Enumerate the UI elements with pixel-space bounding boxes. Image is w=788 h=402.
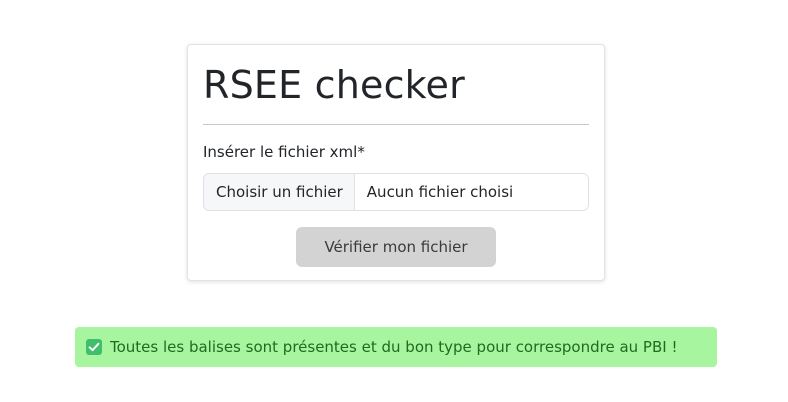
success-message: Toutes les balises sont présentes et du … <box>110 338 678 356</box>
check-box-icon <box>86 339 102 355</box>
file-field-label: Insérer le fichier xml* <box>203 143 365 161</box>
file-status-text: Aucun fichier choisi <box>366 183 514 201</box>
choose-file-button[interactable]: Choisir un fichier <box>204 174 355 210</box>
verify-file-button[interactable]: Vérifier mon fichier <box>296 227 496 267</box>
page-title: RSEE checker <box>203 63 465 107</box>
title-divider <box>203 124 589 125</box>
success-alert: Toutes les balises sont présentes et du … <box>75 327 717 367</box>
submit-row: Vérifier mon fichier <box>203 227 589 267</box>
xml-file-input[interactable]: Choisir un fichier Aucun fichier choisi <box>203 173 589 211</box>
upload-card: RSEE checker Insérer le fichier xml* Cho… <box>187 44 605 281</box>
page: RSEE checker Insérer le fichier xml* Cho… <box>0 0 788 402</box>
